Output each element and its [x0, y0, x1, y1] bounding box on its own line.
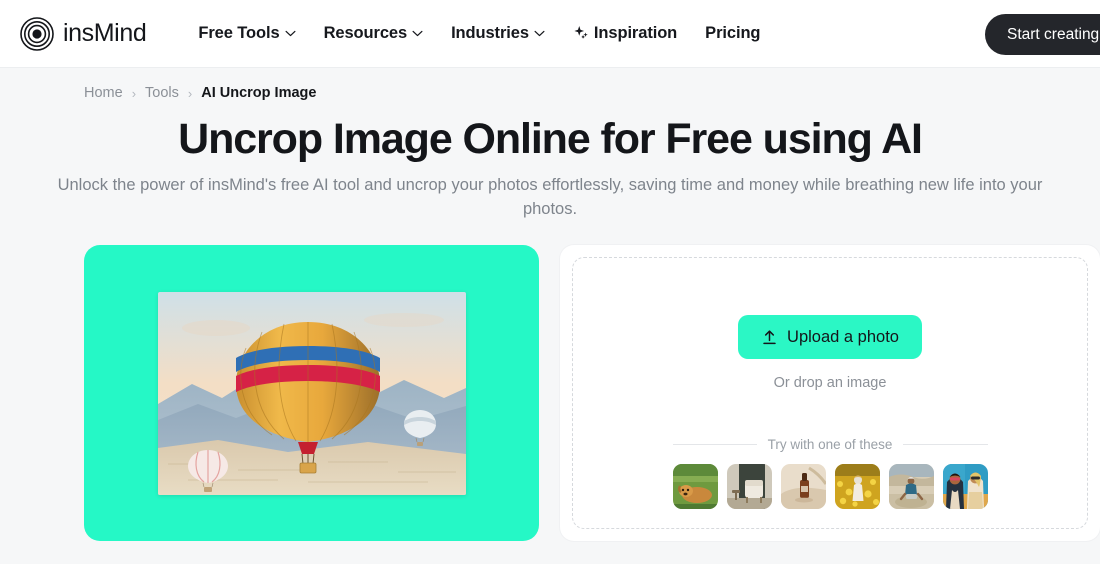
upload-content: Upload a photo Or drop an image Try with…: [572, 257, 1088, 529]
nav-item-pricing[interactable]: Pricing: [705, 24, 760, 43]
breadcrumb: Home › Tools › AI Uncrop Image: [84, 85, 1100, 101]
breadcrumb-item-tools[interactable]: Tools: [145, 85, 179, 101]
samples-divider: Try with one of these: [672, 437, 988, 452]
nav-label: Free Tools: [198, 24, 280, 42]
nav-label: Resources: [323, 24, 408, 42]
upload-photo-button[interactable]: Upload a photo: [738, 315, 922, 359]
nav-item-resources[interactable]: Resources: [324, 24, 423, 43]
divider-line-left: [672, 444, 757, 445]
samples-label: Try with one of these: [767, 437, 893, 452]
nav-label: Industries: [451, 24, 529, 42]
start-creating-button[interactable]: Start creating: [985, 14, 1100, 55]
chevron-down-icon: [534, 30, 545, 37]
breadcrumb-separator: ›: [131, 85, 137, 101]
sample-thumbnails: [672, 464, 988, 509]
sample-thumbnail-serum-bottle[interactable]: [780, 464, 826, 509]
nav-item-inspiration[interactable]: Inspiration: [573, 24, 677, 43]
drop-hint-text: Or drop an image: [773, 375, 887, 391]
chevron-down-icon: [285, 30, 296, 37]
sample-preview-image: [157, 291, 466, 495]
page-title: Uncrop Image Online for Free using AI: [178, 115, 923, 163]
nav-label: Inspiration: [593, 24, 678, 42]
upload-panel[interactable]: Upload a photo Or drop an image Try with…: [560, 245, 1100, 541]
preview-panel: [84, 245, 539, 541]
upload-arrow-icon: [763, 329, 776, 344]
sparkle-icon: [574, 26, 588, 39]
sample-thumbnail-man-on-rocks[interactable]: [888, 464, 934, 509]
sample-thumbnail-flower-field[interactable]: [834, 464, 880, 509]
tool-panels: Upload a photo Or drop an image Try with…: [84, 245, 1100, 541]
page-subtitle: Unlock the power of insMind's free AI to…: [57, 176, 1043, 219]
divider-line-right: [903, 444, 988, 445]
breadcrumb-item-home[interactable]: Home: [84, 85, 123, 101]
sample-thumbnail-dog[interactable]: [672, 464, 718, 509]
insmind-target-logo-icon: [20, 16, 54, 51]
main-nav: Free Tools Resources Industries Inspirat…: [198, 24, 760, 43]
brand-logo[interactable]: insMind: [20, 16, 147, 51]
site-header: insMind Free Tools Resources Industries: [0, 0, 1100, 68]
nav-label: Pricing: [705, 24, 761, 42]
nav-item-industries[interactable]: Industries: [451, 24, 545, 43]
sample-thumbnail-two-women[interactable]: [942, 464, 988, 509]
breadcrumb-item-current: AI Uncrop Image: [201, 85, 317, 101]
sample-thumbnail-armchair[interactable]: [726, 464, 772, 509]
nav-item-free-tools[interactable]: Free Tools: [198, 24, 296, 43]
brand-name: insMind: [63, 19, 147, 47]
chevron-down-icon: [412, 30, 423, 37]
breadcrumb-separator: ›: [187, 85, 193, 101]
upload-button-label: Upload a photo: [787, 327, 899, 346]
